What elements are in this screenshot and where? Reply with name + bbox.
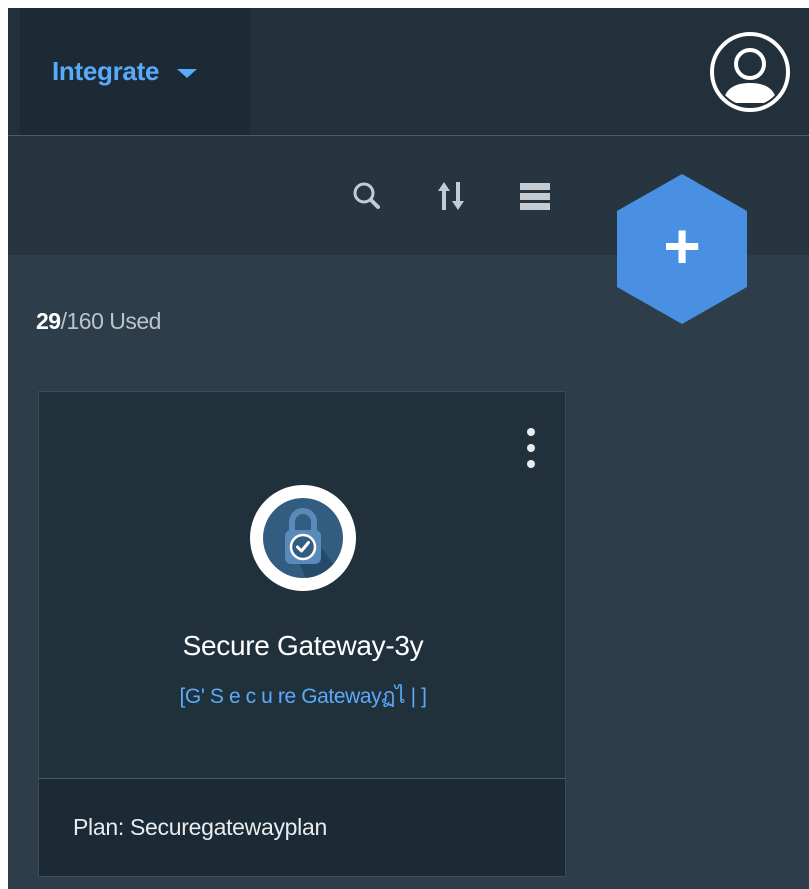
plan-label: Plan: Securegatewayplan [73, 814, 327, 840]
usage-total: /160 Used [60, 308, 162, 334]
service-card[interactable]: Secure Gateway-3y [G' S e c u re Gateway… [38, 391, 566, 877]
list-view-icon[interactable] [514, 176, 554, 216]
service-subtitle: [G' S e c u re Gatewayฏไ | ] [179, 685, 427, 708]
sort-icon[interactable] [431, 176, 471, 216]
app-frame: Integrate + 29/160 Used Secure Gateway-3… [8, 8, 809, 889]
card-footer: Plan: Securegatewayplan [39, 778, 565, 876]
usage-counter: 29/160 Used [36, 308, 161, 335]
user-avatar-icon[interactable] [709, 31, 791, 113]
lock-check-icon [250, 485, 356, 591]
top-bar: Integrate [8, 8, 809, 136]
overflow-menu-icon[interactable] [511, 422, 551, 478]
chevron-down-icon [177, 69, 198, 78]
add-service-button[interactable]: + [614, 172, 750, 326]
service-title: Secure Gateway-3y [182, 630, 424, 661]
add-icon: + [663, 210, 700, 282]
search-icon[interactable] [347, 176, 387, 216]
integrate-menu-label: Integrate [52, 56, 160, 86]
used-count: 29 [36, 308, 61, 334]
integrate-menu[interactable]: Integrate [20, 8, 250, 135]
